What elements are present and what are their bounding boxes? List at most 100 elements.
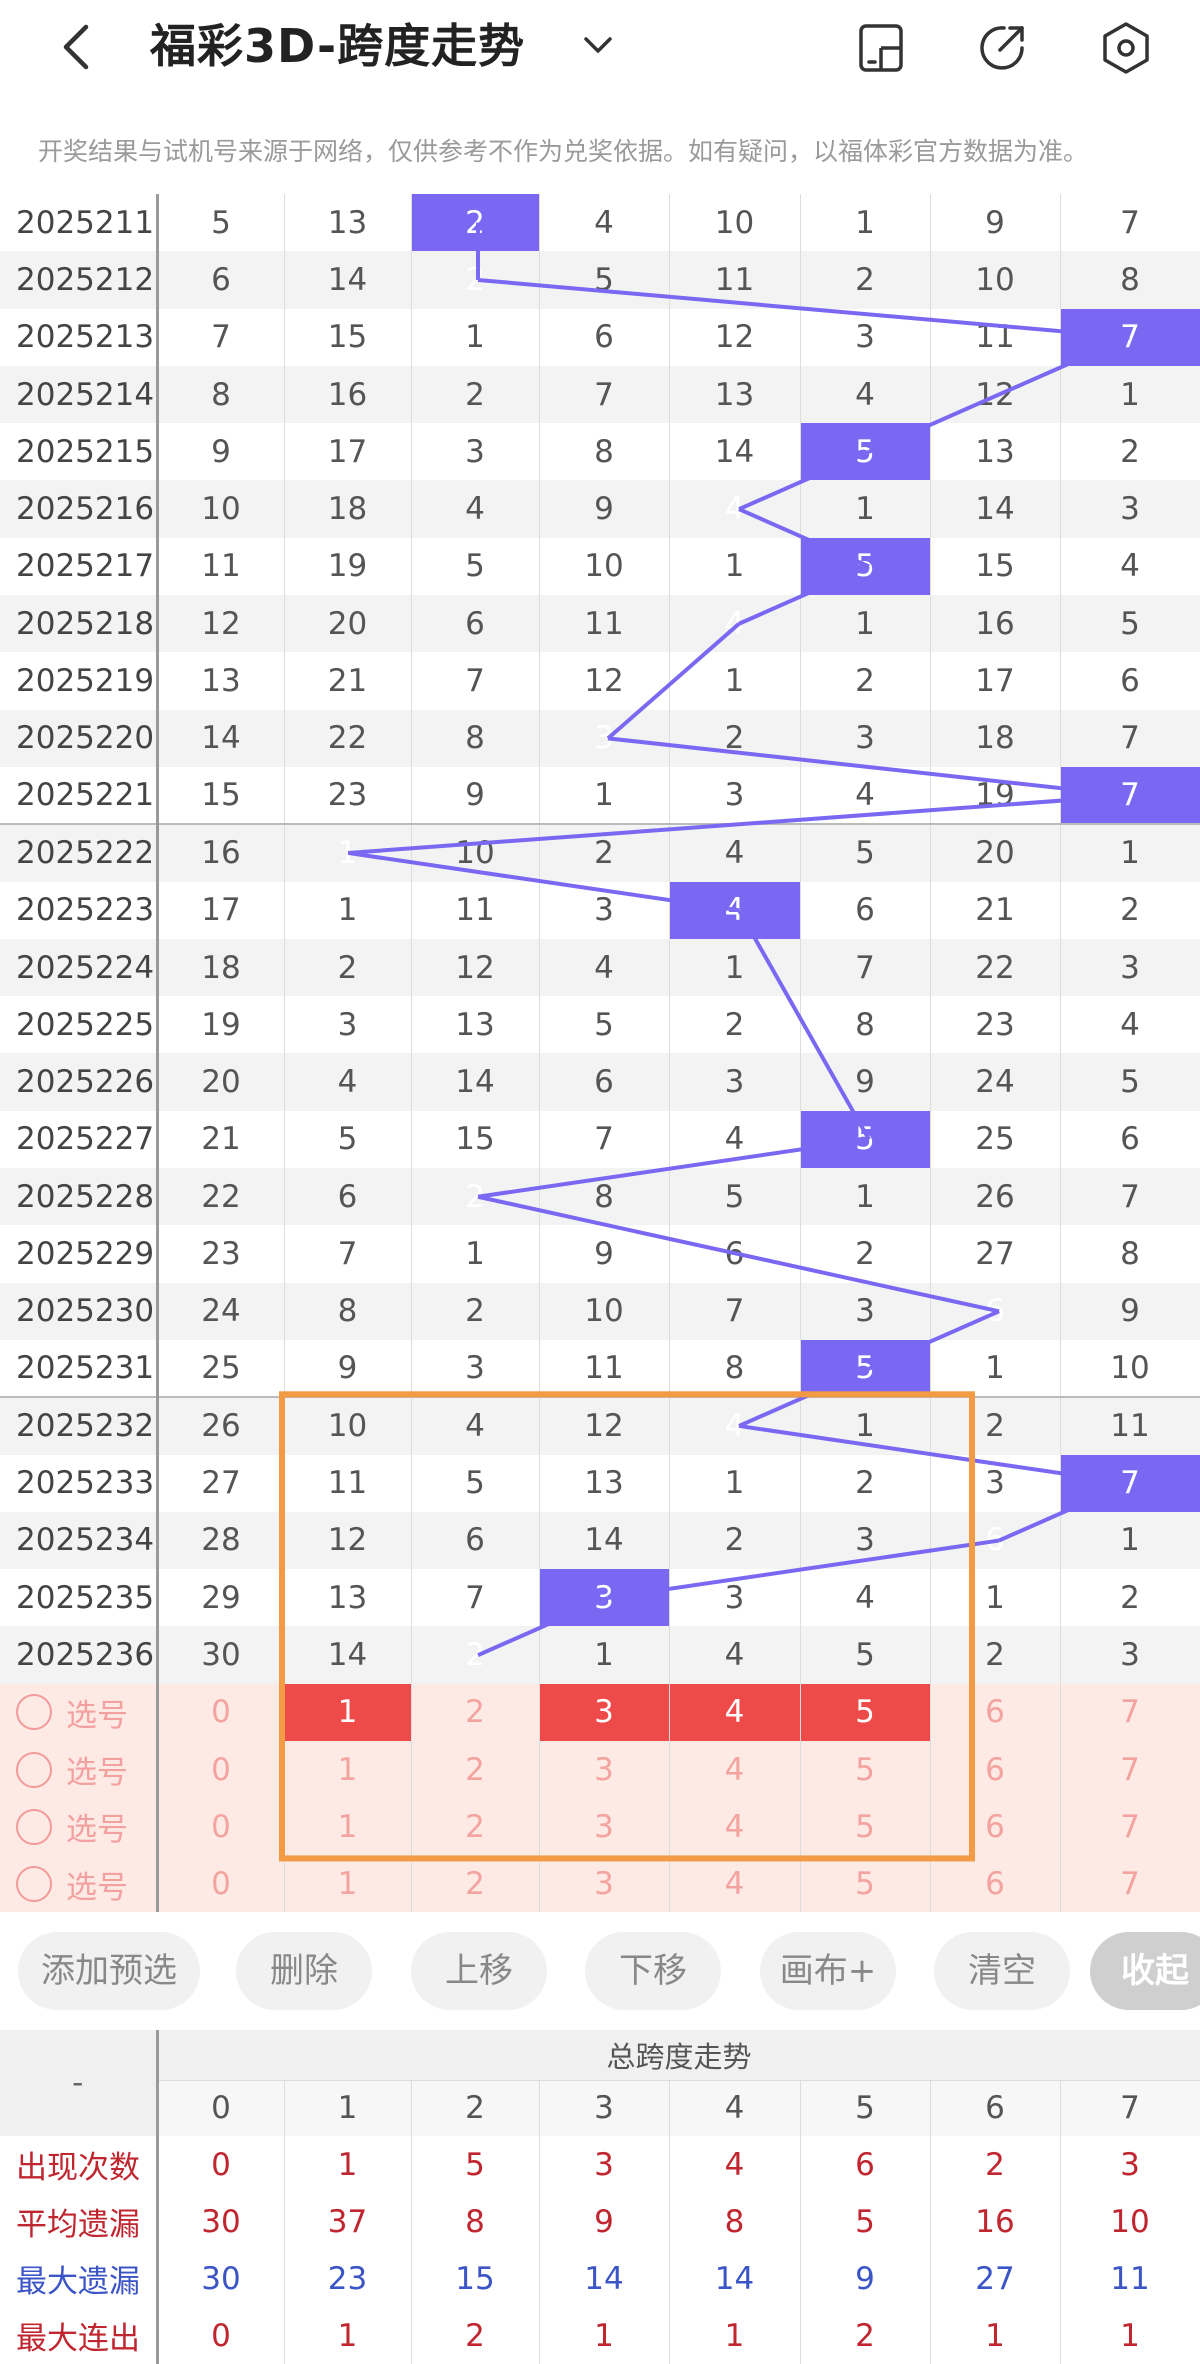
back-arrow-icon[interactable] bbox=[56, 22, 100, 72]
select-number-cell[interactable]: 2 bbox=[411, 1683, 540, 1742]
omission-cell: 1 bbox=[669, 938, 801, 997]
omission-cell: 11 bbox=[539, 1339, 670, 1398]
select-circle-icon[interactable] bbox=[16, 1866, 52, 1903]
select-number-cell[interactable]: 4 bbox=[669, 1855, 801, 1913]
omission-cell: 6 bbox=[800, 881, 931, 939]
omission-cell: 2 bbox=[1060, 423, 1200, 481]
select-number-cell[interactable]: 2 bbox=[411, 1741, 540, 1799]
layout-toggle-icon[interactable] bbox=[855, 20, 911, 76]
select-number-cell[interactable]: 5 bbox=[800, 1798, 931, 1856]
move-up-button[interactable]: 上移 bbox=[411, 1932, 547, 2010]
omission-cell: 5 bbox=[539, 251, 670, 309]
select-number-cell[interactable]: 0 bbox=[157, 1741, 285, 1799]
omission-cell: 2 bbox=[669, 1511, 801, 1570]
page-title[interactable]: 福彩3D-跨度走势 bbox=[150, 14, 525, 78]
select-number-cell[interactable]: 0 bbox=[157, 1798, 285, 1856]
select-number-cell[interactable]: 0 bbox=[157, 1855, 285, 1913]
stats-row: 平均遗漏 30 37 8 9 8 5 16 10 bbox=[0, 2193, 1200, 2250]
select-number-cell[interactable]: 5 bbox=[800, 1741, 931, 1799]
select-number-cell[interactable]: 1 bbox=[284, 1683, 412, 1742]
select-number-cell[interactable]: 4 bbox=[669, 1741, 801, 1799]
omission-cell: 9 bbox=[1060, 1282, 1200, 1340]
select-number-cell[interactable]: 1 bbox=[284, 1798, 412, 1856]
select-number-cell[interactable]: 2 bbox=[411, 1798, 540, 1856]
select-row: 选号 0 1 2 3 4 5 6 7 bbox=[0, 1683, 1200, 1742]
omission-cell: 24 bbox=[157, 1282, 285, 1340]
omission-cell: 2 bbox=[930, 1626, 1061, 1684]
canvas-button[interactable]: 画布+ bbox=[760, 1932, 896, 2010]
select-row-label[interactable]: 选号 bbox=[0, 1798, 159, 1856]
span-hit-cell: 5 bbox=[800, 537, 931, 596]
select-circle-icon[interactable] bbox=[16, 1694, 52, 1731]
select-number-cell[interactable]: 1 bbox=[284, 1855, 412, 1913]
select-number-cell[interactable]: 3 bbox=[539, 1683, 670, 1742]
omission-cell: 9 bbox=[539, 480, 670, 538]
period-cell: 2025222 bbox=[0, 823, 159, 882]
period-cell: 2025214 bbox=[0, 365, 159, 424]
select-number-cell[interactable]: 3 bbox=[539, 1741, 670, 1799]
omission-cell: 9 bbox=[411, 766, 540, 825]
clear-button[interactable]: 清空 bbox=[934, 1932, 1070, 2010]
select-number-cell[interactable]: 6 bbox=[930, 1683, 1061, 1742]
omission-cell: 9 bbox=[800, 1053, 931, 1111]
select-row-label[interactable]: 选号 bbox=[0, 1855, 159, 1913]
period-cell: 2025224 bbox=[0, 938, 159, 997]
stats-row-label: 最大遗漏 bbox=[0, 2250, 159, 2307]
omission-cell: 3 bbox=[669, 766, 801, 825]
move-down-button[interactable]: 下移 bbox=[585, 1932, 721, 2010]
omission-cell: 1 bbox=[800, 194, 931, 252]
select-number-cell[interactable]: 7 bbox=[1060, 1683, 1200, 1742]
select-number-cell[interactable]: 5 bbox=[800, 1855, 931, 1913]
stats-value-cell: 14 bbox=[539, 2250, 670, 2307]
select-number-cell[interactable]: 1 bbox=[284, 1741, 412, 1799]
omission-cell: 1 bbox=[1060, 823, 1200, 882]
omission-cell: 4 bbox=[800, 365, 931, 424]
period-cell: 2025228 bbox=[0, 1168, 159, 1226]
omission-cell: 12 bbox=[411, 938, 540, 997]
select-number-cell[interactable]: 7 bbox=[1060, 1741, 1200, 1799]
select-row-label[interactable]: 选号 bbox=[0, 1683, 159, 1742]
select-number-cell[interactable]: 5 bbox=[800, 1683, 931, 1742]
omission-cell: 7 bbox=[1060, 194, 1200, 252]
omission-cell: 11 bbox=[411, 881, 540, 939]
select-number-cell[interactable]: 3 bbox=[539, 1798, 670, 1856]
select-number-cell[interactable]: 4 bbox=[669, 1798, 801, 1856]
select-number-cell[interactable]: 0 bbox=[157, 1683, 285, 1742]
collapse-button[interactable]: 收起 bbox=[1090, 1932, 1200, 2010]
select-number-cell[interactable]: 2 bbox=[411, 1855, 540, 1913]
omission-cell: 26 bbox=[157, 1396, 285, 1455]
period-cell: 2025213 bbox=[0, 308, 159, 366]
omission-cell: 2 bbox=[411, 365, 540, 424]
add-preselect-button[interactable]: 添加预选 bbox=[18, 1932, 200, 2010]
omission-cell: 2 bbox=[930, 1396, 1061, 1455]
select-number-cell[interactable]: 6 bbox=[930, 1855, 1061, 1913]
select-number-cell[interactable]: 3 bbox=[539, 1855, 670, 1913]
period-cell: 2025230 bbox=[0, 1282, 159, 1340]
omission-cell: 20 bbox=[284, 595, 412, 653]
omission-cell: 13 bbox=[669, 365, 801, 424]
omission-cell: 4 bbox=[411, 1396, 540, 1455]
share-icon[interactable] bbox=[974, 20, 1030, 76]
select-number-cell[interactable]: 7 bbox=[1060, 1855, 1200, 1913]
omission-cell: 23 bbox=[930, 996, 1061, 1054]
draw-row: 2025234 28 12 6 14 2 3 6 1 bbox=[0, 1511, 1200, 1570]
stats-column-header: 3 bbox=[539, 2080, 670, 2136]
delete-button[interactable]: 删除 bbox=[236, 1932, 372, 2010]
omission-cell: 10 bbox=[1060, 1339, 1200, 1398]
span-hit-cell: 3 bbox=[539, 709, 670, 767]
select-circle-icon[interactable] bbox=[16, 1808, 52, 1845]
select-row-label[interactable]: 选号 bbox=[0, 1741, 159, 1799]
chevron-down-icon[interactable] bbox=[580, 30, 616, 60]
select-number-cell[interactable]: 6 bbox=[930, 1741, 1061, 1799]
omission-cell: 19 bbox=[284, 537, 412, 596]
select-number-cell[interactable]: 7 bbox=[1060, 1798, 1200, 1856]
select-number-cell[interactable]: 6 bbox=[930, 1798, 1061, 1856]
select-number-cell[interactable]: 4 bbox=[669, 1683, 801, 1742]
stats-value-cell: 3 bbox=[1060, 2136, 1200, 2193]
omission-cell: 8 bbox=[411, 709, 540, 767]
select-circle-icon[interactable] bbox=[16, 1751, 52, 1788]
period-cell: 2025223 bbox=[0, 881, 159, 939]
omission-cell: 3 bbox=[1060, 480, 1200, 538]
settings-icon[interactable] bbox=[1098, 20, 1154, 76]
omission-cell: 4 bbox=[669, 1110, 801, 1169]
